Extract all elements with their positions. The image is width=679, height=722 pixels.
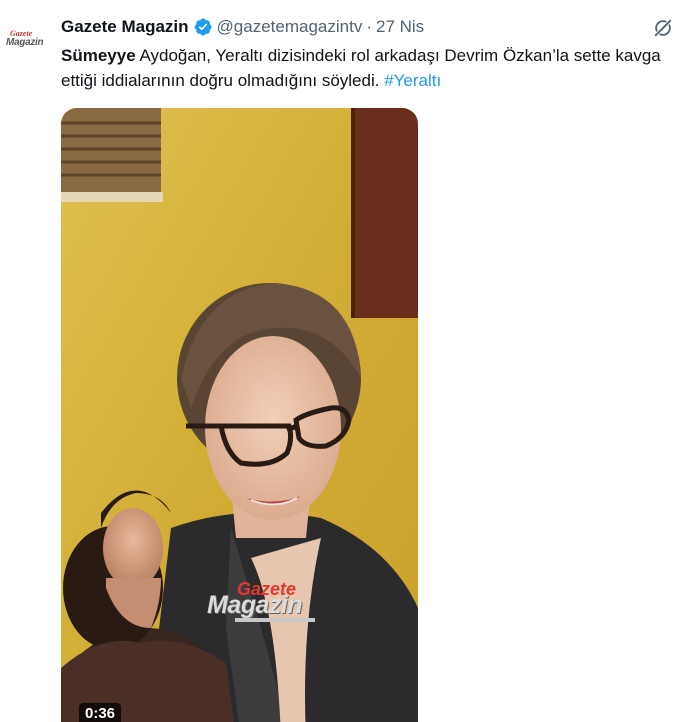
grok-button[interactable] [650, 15, 676, 41]
grok-icon [654, 19, 672, 37]
account-avatar[interactable]: Gazete Magazin [6, 28, 46, 50]
tweet-text-bold: Sümeyye [61, 46, 136, 65]
tweet-text: Sümeyye Aydoğan, Yeraltı dizisindeki rol… [61, 43, 673, 93]
video-player[interactable] [61, 108, 418, 722]
tweet-header: Gazete Magazin @gazetemagazintv · 27 Nis [61, 15, 424, 39]
verified-badge-icon[interactable] [193, 17, 213, 37]
separator-dot: · [366, 17, 372, 36]
tweet-date[interactable]: 27 Nis [376, 17, 424, 37]
tweet-text-body: Aydoğan, Yeraltı dizisindeki rol arkadaş… [61, 46, 661, 90]
author-handle[interactable]: @gazetemagazintv [217, 17, 363, 37]
video-duration-badge: 0:36 [79, 703, 122, 722]
avatar-logo-line2: Magazin [6, 37, 44, 48]
tweet[interactable]: Gazete Magazin Gazete Magazin @gazetemag… [0, 0, 679, 722]
display-name[interactable]: Gazete Magazin [61, 17, 189, 37]
hashtag-link[interactable]: #Yeraltı [384, 71, 441, 90]
video-frame [61, 108, 418, 722]
